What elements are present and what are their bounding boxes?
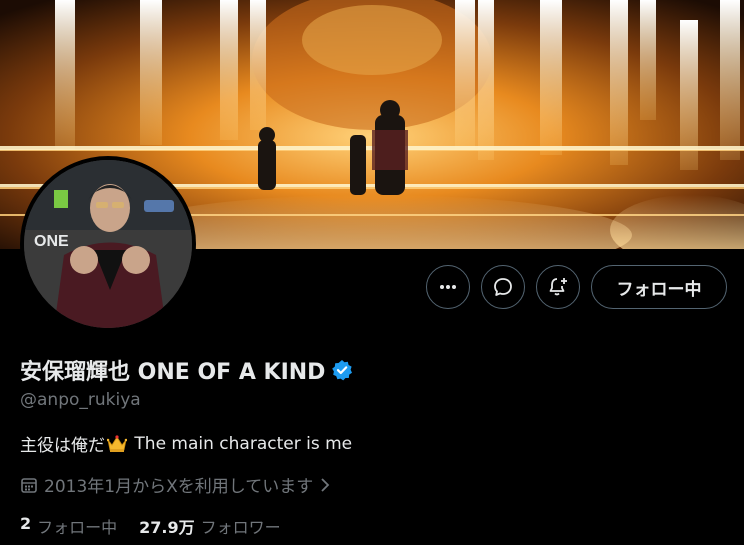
following-stat-link[interactable]: 2 フォロー中 (20, 514, 117, 538)
profile-bio: 主役は俺だ The main character is me (20, 431, 353, 457)
following-button-label: フォロー中 (616, 279, 702, 300)
notify-button[interactable] (536, 265, 580, 309)
followers-stat-link[interactable]: 27.9万 フォロワー (139, 514, 281, 538)
profile-name-row: 安保瑠輝也 ONE OF A KIND (20, 354, 353, 386)
bell-plus-icon (549, 278, 567, 296)
following-label: フォロー中 (37, 518, 118, 537)
joined-date-row[interactable]: 2013年1月からXを利用しています (20, 472, 331, 497)
calendar-icon (21, 477, 37, 493)
followers-label: フォロワー (200, 518, 281, 537)
profile-handle: @anpo_rukiya (20, 390, 141, 410)
chevron-right-icon (321, 477, 330, 492)
message-bubble-icon (494, 278, 512, 296)
bio-text-start: 主役は俺だ (20, 436, 105, 456)
bio-text-end: The main character is me (129, 433, 353, 454)
crown-icon (107, 434, 127, 452)
joined-date-text: 2013年1月からXを利用しています (44, 477, 314, 497)
message-button[interactable] (481, 265, 525, 309)
avatar-border: ONE (20, 156, 196, 332)
verified-badge-icon[interactable] (331, 359, 353, 381)
followers-count: 27.9万 (139, 518, 195, 537)
follow-stats: 2 フォロー中 27.9万 フォロワー (20, 514, 281, 538)
more-horizontal-icon (440, 285, 456, 289)
following-button[interactable]: フォロー中 (591, 265, 727, 309)
display-name: 安保瑠輝也 ONE OF A KIND (20, 360, 326, 385)
avatar[interactable]: ONE (24, 160, 192, 328)
banner-logo-text: ONE (34, 233, 69, 250)
more-options-button[interactable] (426, 265, 470, 309)
following-count: 2 (20, 514, 32, 533)
